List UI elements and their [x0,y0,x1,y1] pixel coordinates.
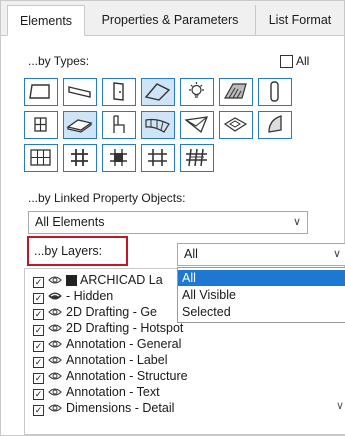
tab-properties-parameters[interactable]: Properties & Parameters [85,5,256,35]
layer-name: 2D Drafting - Hotspot [66,321,184,335]
checkbox-checked[interactable]: ✓ [33,373,44,384]
frame-type-icon[interactable] [141,144,175,172]
all-types-label: All [296,54,310,68]
layer-name: Annotation - Structure [66,369,188,383]
layer-name: Annotation - General [66,337,182,351]
list-item[interactable]: ✓ Annotation - Structure [33,368,188,384]
morph-type-icon[interactable] [258,111,292,139]
column-type-icon[interactable] [258,78,292,106]
checkbox-checked[interactable]: ✓ [33,293,44,304]
list-item[interactable]: ✓ Annotation - Text [33,384,160,400]
layer-name: - Hidden [66,289,114,303]
checkbox-checked[interactable]: ✓ [33,389,44,400]
scroll-down-icon[interactable]: ∨ [336,399,344,412]
railing-type-icon[interactable] [63,144,97,172]
eye-closed-icon[interactable] [48,291,62,301]
roof-type-icon[interactable] [141,78,175,106]
list-item[interactable]: ✓ Annotation - General [33,336,181,352]
eye-icon[interactable] [48,371,62,381]
door-type-icon[interactable] [102,78,136,106]
checkbox-checked[interactable]: ✓ [33,277,44,288]
checkbox-checked[interactable]: ✓ [33,309,44,320]
shell-type-icon[interactable] [141,111,175,139]
window-type-icon[interactable] [24,111,58,139]
layer-name: Dimensions - Detail [66,401,175,415]
tab-elements[interactable]: Elements [7,5,85,36]
archicad-layer-icon [66,275,77,286]
eye-icon[interactable] [48,339,62,349]
eye-icon[interactable] [48,387,62,397]
list-item[interactable]: ✓ ARCHICAD La [33,272,163,288]
list-item[interactable]: ✓ Annotation - Label [33,352,167,368]
menu-item-selected[interactable]: Selected [178,304,345,320]
wall-type-icon[interactable] [24,78,58,106]
layers-filter-value: All [184,247,198,261]
layer-name: Annotation - Label [66,353,168,367]
tab-bar: Elements Properties & Parameters List Fo… [1,1,344,36]
dialog-panel: Elements Properties & Parameters List Fo… [0,0,345,436]
beam-type-icon[interactable] [63,78,97,106]
eye-icon[interactable] [48,403,62,413]
lamp-type-icon[interactable] [180,78,214,106]
eye-icon[interactable] [48,355,62,365]
checkbox-checked[interactable]: ✓ [33,325,44,336]
layer-name: ARCHICAD La [80,273,163,287]
zone-type-icon[interactable] [219,111,253,139]
list-item[interactable]: ✓ 2D Drafting - Ge [33,304,157,320]
list-item[interactable]: ✓ 2D Drafting - Hotspot [33,320,183,336]
layers-filter-menu: All All Visible Selected [177,267,345,323]
stair-type-icon[interactable] [180,111,214,139]
layer-name: Annotation - Text [66,385,160,399]
checkbox-checked[interactable]: ✓ [33,357,44,368]
by-layers-label: ...by Layers: [27,236,128,266]
layer-name: 2D Drafting - Ge [66,305,158,319]
object-type-icon[interactable] [102,111,136,139]
menu-item-all[interactable]: All [178,270,345,286]
layers-filter-dropdown[interactable]: All ∨ [177,243,345,266]
accessory-type-icon[interactable] [180,144,214,172]
list-item[interactable]: ✓ Dimensions - Detail [33,400,174,416]
linked-property-dropdown[interactable]: All Elements ∨ [28,211,308,234]
mesh-type-icon[interactable] [219,78,253,106]
tab-list-format[interactable]: List Format [256,5,344,35]
eye-icon[interactable] [48,275,62,285]
list-item[interactable]: ✓ - Hidden [33,288,113,304]
menu-item-all-visible[interactable]: All Visible [178,287,345,303]
eye-icon[interactable] [48,323,62,333]
linked-property-label: ...by Linked Property Objects: [28,191,186,205]
eye-icon[interactable] [48,307,62,317]
linked-property-value: All Elements [35,215,105,229]
chevron-down-icon: ∨ [332,248,341,260]
panel-type-icon[interactable] [102,144,136,172]
all-types-checkbox[interactable] [280,55,293,68]
chevron-down-icon: ∨ [292,216,301,228]
slab-type-icon[interactable] [63,111,97,139]
checkbox-checked[interactable]: ✓ [33,405,44,416]
by-types-label: ...by Types: [28,54,90,68]
curtain-wall-type-icon[interactable] [24,144,58,172]
checkbox-checked[interactable]: ✓ [33,341,44,352]
